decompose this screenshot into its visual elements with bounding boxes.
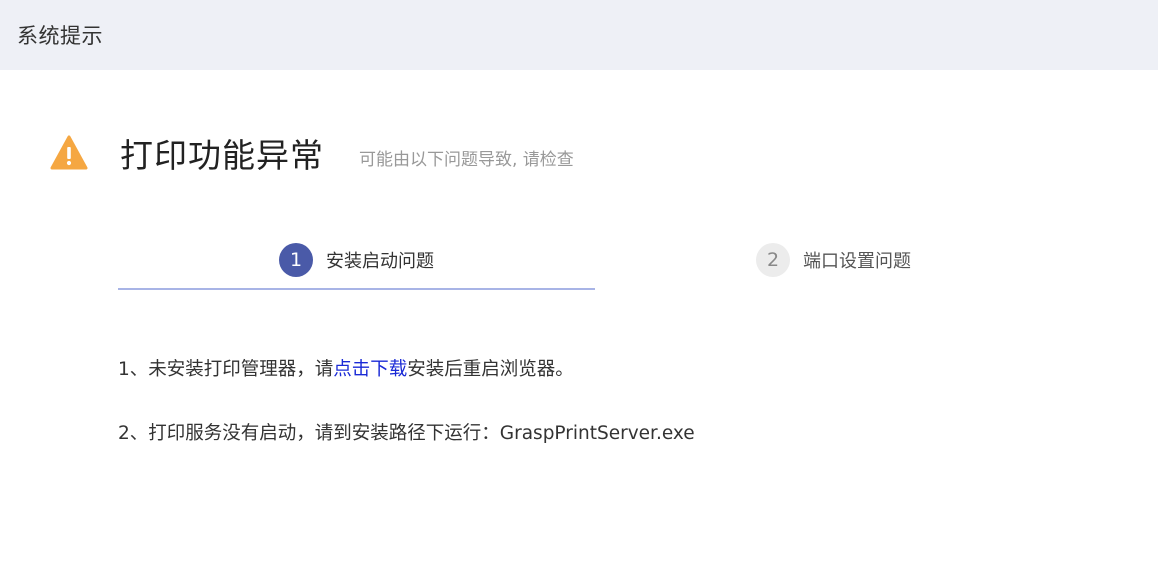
title-bar: 系统提示 [0, 0, 1158, 70]
error-heading: 打印功能异常 可能由以下问题导致, 请检查 [50, 128, 574, 178]
step-number-badge: 2 [756, 243, 790, 277]
error-subtitle: 可能由以下问题导致, 请检查 [359, 149, 574, 170]
tab-install-startup[interactable]: 1 安装启动问题 [118, 230, 595, 290]
instruction-text: 安装后重启浏览器。 [407, 359, 574, 380]
error-title: 打印功能异常 [120, 136, 324, 175]
step-number-badge: 1 [279, 243, 313, 277]
instruction-text: 1、未安装打印管理器，请 [118, 359, 334, 380]
active-tab-indicator [118, 288, 595, 290]
step-label: 安装启动问题 [326, 251, 434, 272]
step-label: 端口设置问题 [803, 251, 911, 272]
warning-icon [50, 135, 88, 170]
instructions: 1、未安装打印管理器，请点击下载安装后重启浏览器。 2、打印服务没有启动，请到安… [118, 355, 1118, 449]
system-prompt-dialog: 系统提示 打印功能异常 可能由以下问题导致, 请检查 1 安装启动问题 2 端口… [0, 0, 1158, 579]
step-tabs: 1 安装启动问题 2 端口设置问题 [118, 230, 1078, 292]
instruction-line-1: 1、未安装打印管理器，请点击下载安装后重启浏览器。 [118, 355, 1118, 385]
tab-port-settings[interactable]: 2 端口设置问题 [595, 230, 1072, 290]
instruction-line-2: 2、打印服务没有启动，请到安装路径下运行：GraspPrintServer.ex… [118, 423, 695, 444]
dialog-title: 系统提示 [17, 24, 103, 48]
download-link[interactable]: 点击下载 [333, 359, 407, 380]
